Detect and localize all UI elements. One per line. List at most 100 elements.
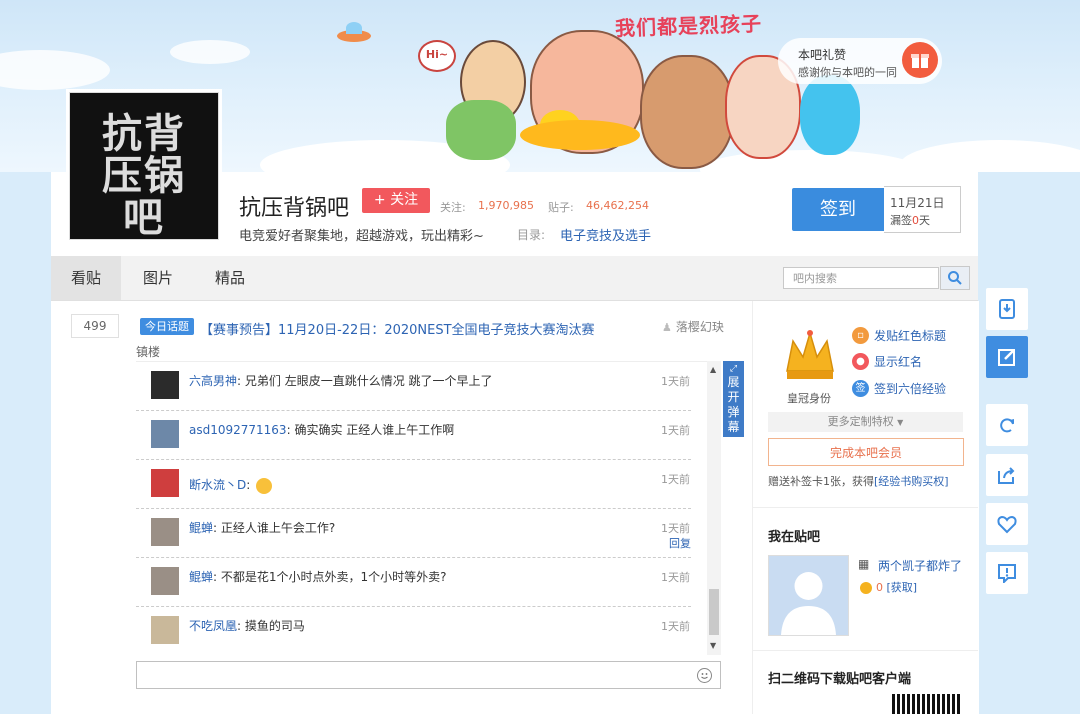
red-title-icon: ▫ xyxy=(852,327,869,344)
divider xyxy=(753,507,978,508)
comment-text: 正经人谁上午会工作? xyxy=(220,521,336,535)
scroll-down-icon[interactable]: ▼ xyxy=(710,641,716,650)
profile-coins: 0 [获取] xyxy=(860,579,917,595)
more-perks-toggle[interactable]: 更多定制特权 ▼ xyxy=(768,412,963,432)
user-name[interactable]: 鲲蝉 xyxy=(189,521,213,535)
bar-gift-notice[interactable]: 本吧礼赞 感谢你与本吧的一同 xyxy=(778,38,942,84)
expand-danmu-button[interactable]: ⤢ 展开弹幕 xyxy=(723,361,744,437)
avatar[interactable] xyxy=(768,555,849,636)
topic-badge: 今日话题 xyxy=(140,318,194,335)
posts-count: 46,462,254 xyxy=(586,199,649,212)
cartoon-bear xyxy=(640,55,734,169)
share-icon xyxy=(998,467,1015,484)
comment-time: 1天前 xyxy=(661,424,690,437)
user-name[interactable]: 鲲蝉 xyxy=(189,570,213,584)
scroll-thumb[interactable] xyxy=(709,589,719,635)
expand-icon: ⤢ xyxy=(729,364,738,374)
report-icon xyxy=(998,564,1016,583)
write-post-button[interactable] xyxy=(986,336,1028,378)
expand-label: 展开弹幕 xyxy=(727,375,740,434)
follow-count-label: 关注: xyxy=(440,201,466,214)
comment-text: 兄弟们 左眼皮一直跳什么情况 跳了一个早上了 xyxy=(244,374,493,388)
danmu-input[interactable] xyxy=(136,661,721,689)
tab-featured[interactable]: 精品 xyxy=(195,256,265,300)
directory-link[interactable]: 电子竞技及选手 xyxy=(560,225,651,244)
tab-images[interactable]: 图片 xyxy=(123,256,193,300)
sign-exp-icon: 签 xyxy=(852,380,869,397)
gift-subtitle: 感谢你与本吧的一同 xyxy=(798,66,897,79)
follow-count: 1,970,985 xyxy=(478,199,534,212)
favorite-button[interactable] xyxy=(986,503,1028,545)
sign-missed: 漏签0天 xyxy=(890,214,930,227)
comment-text: 确实确实 正经人谁上午工作啊 xyxy=(294,423,455,437)
cartoon-blue-creature xyxy=(800,75,860,155)
user-name[interactable]: 断水流丶D xyxy=(189,478,246,492)
bar-search-input[interactable]: 吧内搜索 xyxy=(783,267,939,289)
bar-name[interactable]: 抗压背锅吧 xyxy=(239,190,349,222)
crown-icon xyxy=(786,330,834,379)
scroll-up-icon[interactable]: ▲ xyxy=(710,365,716,374)
emoji-button[interactable] xyxy=(697,668,712,683)
sign-in-info: 11月21日 漏签0天 xyxy=(884,186,961,233)
qr-code xyxy=(892,694,962,714)
cartoon-green-body xyxy=(446,100,516,160)
perk-red-name[interactable]: ● 显示红名 xyxy=(852,353,922,371)
perk-red-title[interactable]: ▫ 发贴红色标题 xyxy=(852,327,946,345)
get-coins-link[interactable]: [获取] xyxy=(887,581,918,594)
topic-author[interactable]: ♟ 落樱幻玦 xyxy=(662,318,724,335)
avatar[interactable] xyxy=(151,518,179,546)
share-button[interactable] xyxy=(986,454,1028,496)
hi-bubble: Hi~ xyxy=(418,40,456,72)
chevron-down-icon: ▼ xyxy=(897,418,904,427)
avatar[interactable] xyxy=(151,567,179,595)
posts-count-label: 贴子: xyxy=(548,201,574,214)
gift-icon[interactable] xyxy=(902,42,938,78)
bar-logo[interactable]: 抗背 压锅吧 xyxy=(69,92,219,240)
comment-time: 1天前 xyxy=(661,473,690,486)
emoji-icon xyxy=(256,477,273,494)
qr-section-title: 扫二维码下载贴吧客户端 xyxy=(768,672,912,687)
bar-slogan: 电竞爱好者聚集地，超越游戏，玩出精彩~ xyxy=(239,229,484,244)
perk-six-exp[interactable]: 签签到六倍经验 xyxy=(852,380,946,398)
comment-time: 1天前 xyxy=(661,522,690,535)
topic-title[interactable]: 【赛事预告】11月20日-22日：2020NEST全国电子竞技大赛淘汰赛 xyxy=(200,319,595,338)
banner-slogan: 我们都是烈孩子 xyxy=(614,11,763,41)
ufo-icon xyxy=(337,22,371,42)
reply-count: 499 xyxy=(71,314,119,338)
download-app-button[interactable] xyxy=(986,288,1028,330)
reply-link[interactable]: 回复 xyxy=(669,535,691,551)
user-icon: ♟ xyxy=(662,321,672,334)
become-member-button[interactable]: 完成本吧会员 xyxy=(768,438,964,466)
gift-title: 本吧礼赞 xyxy=(798,48,847,62)
follow-button[interactable]: + 关注 xyxy=(362,188,430,213)
list-item: 鲲蝉: 不都是花1个小时点外卖，1个小时等外卖? 1天前 xyxy=(136,558,691,607)
list-item: 鲲蝉: 正经人谁上午会工作? 1天前 回复 xyxy=(136,509,691,558)
danmu-scrollbar[interactable]: ▲ ▼ xyxy=(707,361,721,655)
profile-name[interactable]: ▦ 两个凯子都炸了 xyxy=(858,557,962,574)
heart-icon xyxy=(997,515,1017,534)
comment-time: 1天前 xyxy=(661,620,690,633)
tab-posts[interactable]: 看贴 xyxy=(51,256,121,300)
exp-book-link[interactable]: [经验书购买权] xyxy=(874,475,949,488)
user-name[interactable]: 不吃凤凰 xyxy=(189,619,237,633)
avatar[interactable] xyxy=(151,371,179,399)
avatar[interactable] xyxy=(151,469,179,497)
refresh-button[interactable] xyxy=(986,404,1028,446)
divider xyxy=(753,650,978,651)
avatar[interactable] xyxy=(151,616,179,644)
download-icon xyxy=(999,299,1015,319)
coin-icon xyxy=(860,582,872,594)
report-button[interactable] xyxy=(986,552,1028,594)
sign-date: 11月21日 xyxy=(890,196,945,210)
avatar[interactable] xyxy=(151,420,179,448)
refresh-icon xyxy=(1000,418,1014,433)
profile-name-icon: ▦ xyxy=(858,557,870,571)
red-name-icon: ● xyxy=(852,353,869,370)
sign-in-button[interactable]: 签到 xyxy=(792,188,884,231)
user-name[interactable]: asd1092771163 xyxy=(189,423,287,437)
search-icon xyxy=(948,271,962,285)
comment-time: 1天前 xyxy=(661,375,690,388)
user-name[interactable]: 六高男神 xyxy=(189,374,237,388)
search-button[interactable] xyxy=(940,266,970,290)
directory-label: 目录: xyxy=(517,228,546,242)
